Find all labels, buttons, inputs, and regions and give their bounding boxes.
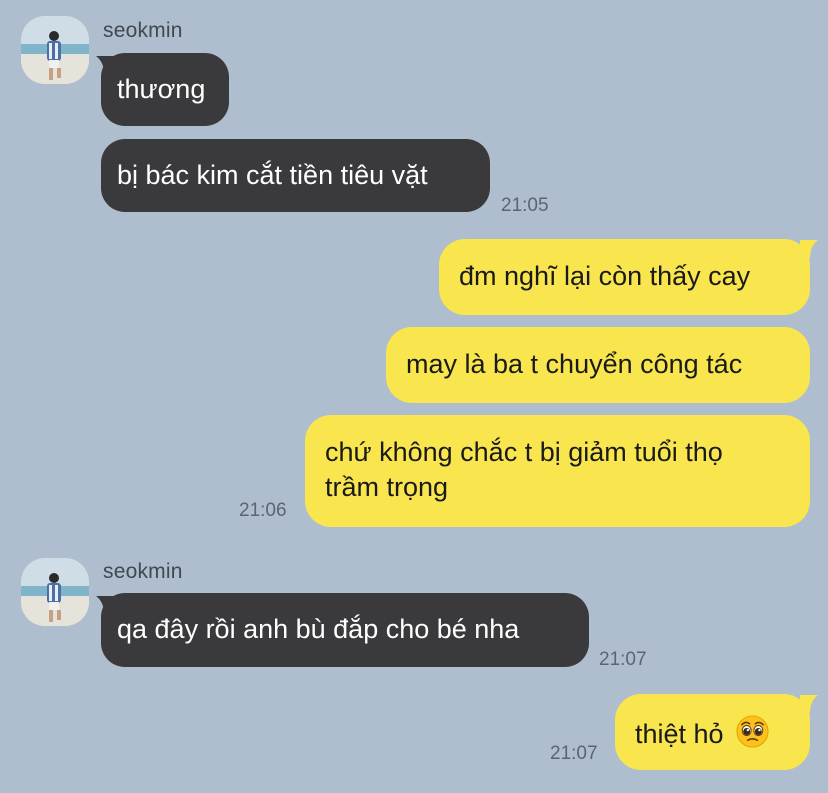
message-bubble[interactable]: chứ không chắc t bị giảm tuổi thọ trầm t… — [305, 415, 810, 527]
message-timestamp: 21:05 — [501, 195, 549, 216]
avatar-photo-icon — [21, 558, 89, 626]
message-bubble[interactable]: thiệt hỏ — [615, 694, 810, 770]
message-bubble[interactable]: đm nghĩ lại còn thấy cay — [439, 239, 810, 315]
message-text: qa đây rồi anh bù đắp cho bé nha — [117, 614, 520, 644]
message-timestamp: 21:07 — [550, 743, 598, 764]
message-text-line: trầm trọng — [325, 472, 449, 502]
message-text: may là ba t chuyển công tác — [406, 349, 743, 379]
message-bubble[interactable]: may là ba t chuyển công tác — [386, 327, 810, 403]
contact-avatar[interactable] — [21, 558, 89, 626]
message-text-line: chứ không chắc t bị giảm tuổi thọ — [325, 437, 723, 467]
message-timestamp: 21:06 — [239, 500, 287, 521]
contact-avatar[interactable] — [21, 16, 89, 84]
message-text: đm nghĩ lại còn thấy cay — [459, 261, 751, 291]
message-timestamp: 21:07 — [599, 649, 647, 670]
sender-name: seokmin — [103, 560, 183, 583]
message-bubble[interactable]: qa đây rồi anh bù đắp cho bé nha — [101, 593, 589, 667]
message-text: thương — [117, 74, 206, 104]
pleading-face-emoji-icon — [736, 715, 769, 748]
message-bubble[interactable]: thương — [101, 53, 229, 126]
message-bubble[interactable]: bị bác kim cắt tiền tiêu vặt — [101, 139, 490, 212]
avatar-photo-icon — [21, 16, 89, 84]
message-text: thiệt hỏ — [635, 719, 724, 749]
message-text: bị bác kim cắt tiền tiêu vặt — [117, 160, 428, 190]
sender-name: seokmin — [103, 19, 183, 42]
